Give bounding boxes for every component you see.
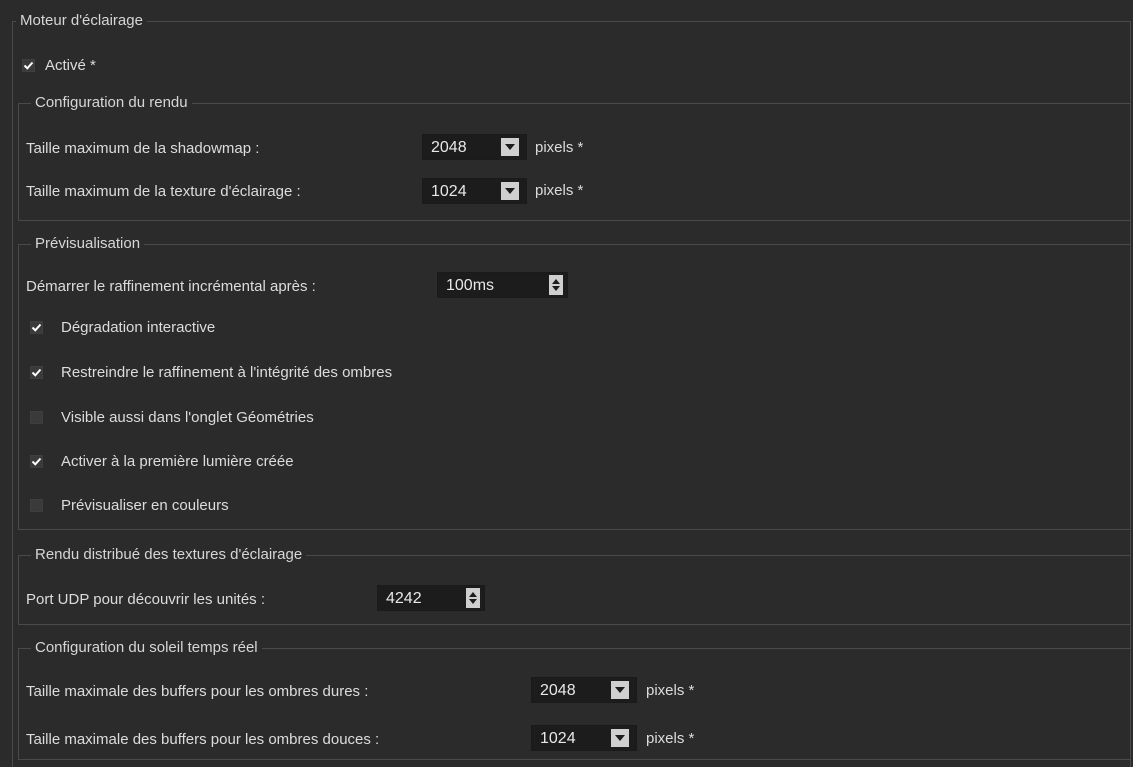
hard-shadows-label: Taille maximale des buffers pour les omb…	[26, 682, 369, 700]
refinement-delay-row: Démarrer le raffinement incrémental aprè…	[26, 271, 316, 301]
lighting-texture-suffix: pixels *	[535, 182, 584, 199]
enabled-label: Activé *	[45, 56, 96, 74]
render-config-title: Configuration du rendu	[31, 93, 192, 113]
checkbox-restrict-refinement[interactable]: Restreindre le raffinement à l'intégrité…	[30, 357, 392, 387]
lighting-texture-select[interactable]: 1024	[422, 178, 527, 204]
soft-shadows-row: Taille maximale des buffers pour les omb…	[26, 724, 379, 754]
spin-arrows-icon[interactable]	[466, 588, 480, 608]
hard-shadows-row: Taille maximale des buffers pour les omb…	[26, 676, 368, 706]
shadowmap-label: Taille maximum de la shadowmap :	[26, 139, 260, 157]
settings-panel: Moteur d'éclairage Activé * Configuratio…	[0, 0, 1133, 767]
distributed-title: Rendu distribué des textures d'éclairage	[31, 545, 307, 565]
preview-title: Prévisualisation	[31, 234, 145, 254]
checkbox-label: Prévisualiser en couleurs	[61, 496, 229, 514]
udp-port-label: Port UDP pour découvrir les unités :	[26, 590, 265, 608]
refinement-delay-label: Démarrer le raffinement incrémental aprè…	[26, 277, 316, 295]
udp-port-spinbox[interactable]: 4242	[377, 585, 485, 611]
shadowmap-value: 2048	[431, 139, 467, 156]
hard-shadows-value: 2048	[540, 682, 576, 699]
checkbox-label: Restreindre le raffinement à l'intégrité…	[61, 363, 393, 381]
chevron-down-icon[interactable]	[501, 182, 519, 200]
soft-shadows-value: 1024	[540, 730, 576, 747]
lighting-texture-row: Taille maximum de la texture d'éclairage…	[26, 176, 301, 206]
shadowmap-select[interactable]: 2048	[422, 134, 527, 160]
checkbox-empty-icon	[30, 410, 43, 424]
chevron-down-icon[interactable]	[611, 681, 629, 699]
soft-shadows-suffix: pixels *	[646, 730, 695, 747]
soft-shadows-select[interactable]: 1024	[531, 725, 637, 751]
checkbox-first-light[interactable]: Activer à la première lumière créée	[30, 446, 294, 476]
udp-port-value: 4242	[386, 590, 422, 607]
lighting-engine-title: Moteur d'éclairage	[16, 11, 147, 31]
refinement-delay-value: 100ms	[446, 277, 495, 294]
chevron-down-icon[interactable]	[501, 138, 519, 156]
shadowmap-suffix: pixels *	[535, 139, 584, 156]
hard-shadows-suffix: pixels *	[646, 682, 695, 699]
checkbox-interactive-degradation[interactable]: Dégradation interactive	[30, 312, 215, 342]
check-icon	[30, 320, 43, 334]
hard-shadows-select[interactable]: 2048	[531, 677, 637, 703]
chevron-down-icon[interactable]	[611, 729, 629, 747]
refinement-delay-spinbox[interactable]: 100ms	[437, 272, 568, 298]
check-icon	[30, 454, 43, 468]
sun-config-title: Configuration du soleil temps réel	[31, 638, 262, 658]
checkbox-color-preview[interactable]: Prévisualiser en couleurs	[30, 490, 229, 520]
enabled-checkbox[interactable]: Activé *	[22, 50, 96, 80]
check-icon	[30, 365, 43, 379]
lighting-texture-label: Taille maximum de la texture d'éclairage…	[26, 182, 301, 200]
checkbox-label: Visible aussi dans l'onglet Géométries	[61, 408, 314, 426]
lighting-texture-value: 1024	[431, 183, 467, 200]
shadowmap-row: Taille maximum de la shadowmap :	[26, 133, 259, 163]
checkbox-visible-geometries[interactable]: Visible aussi dans l'onglet Géométries	[30, 402, 314, 432]
checkbox-label: Activer à la première lumière créée	[61, 452, 294, 470]
soft-shadows-label: Taille maximale des buffers pour les omb…	[26, 730, 380, 748]
checkbox-empty-icon	[30, 498, 43, 512]
udp-port-row: Port UDP pour découvrir les unités :	[26, 584, 265, 614]
spin-arrows-icon[interactable]	[549, 275, 563, 295]
checkbox-label: Dégradation interactive	[61, 318, 216, 336]
enabled-check-icon	[22, 58, 35, 72]
